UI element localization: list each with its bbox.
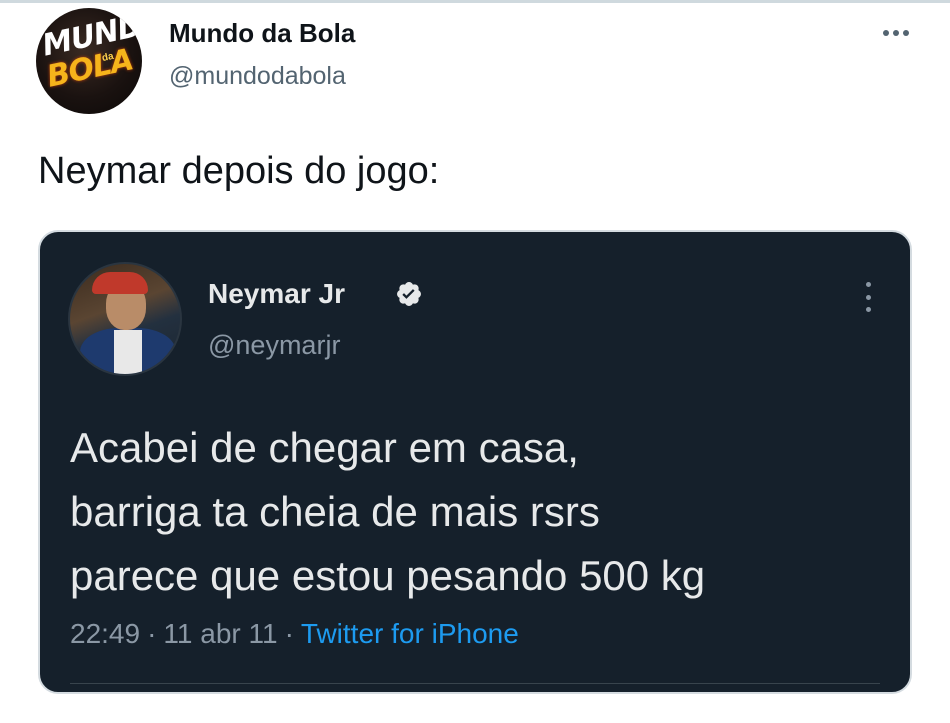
author-handle[interactable]: @mundodabola: [169, 62, 346, 91]
mundo-da-bola-avatar[interactable]: MUNDO da BOLA: [36, 8, 142, 114]
separator-dot: ·: [284, 618, 294, 649]
separator-dot: ·: [147, 618, 157, 649]
outer-tweet-header: MUNDO da BOLA Mundo da Bola @mundodabola: [36, 8, 916, 114]
author-name[interactable]: Mundo da Bola: [169, 18, 355, 49]
more-vertical-icon[interactable]: [864, 282, 872, 312]
quoted-tweet-text: Acabei de chegar em casa, barriga ta che…: [70, 424, 706, 599]
tweet-source-link[interactable]: Twitter for iPhone: [301, 618, 519, 649]
tweet-text: Neymar depois do jogo:: [38, 150, 440, 192]
tweet-time[interactable]: 22:49: [70, 618, 140, 649]
neymar-avatar[interactable]: [68, 262, 182, 376]
card-divider: [70, 683, 880, 684]
quoted-tweet-card[interactable]: Neymar Jr @neymarjr Acabei de chegar em …: [38, 230, 912, 694]
verified-badge-icon: [397, 282, 421, 306]
tweet-date[interactable]: 11 abr 11: [163, 618, 277, 649]
quoted-tweet-metadata: 22:49 · 11 abr 11 · Twitter for iPhone: [70, 618, 519, 650]
more-horizontal-icon[interactable]: [876, 18, 916, 48]
top-divider: [0, 0, 950, 3]
quoted-author-name[interactable]: Neymar Jr: [208, 278, 345, 310]
quoted-author-handle[interactable]: @neymarjr: [208, 330, 340, 361]
